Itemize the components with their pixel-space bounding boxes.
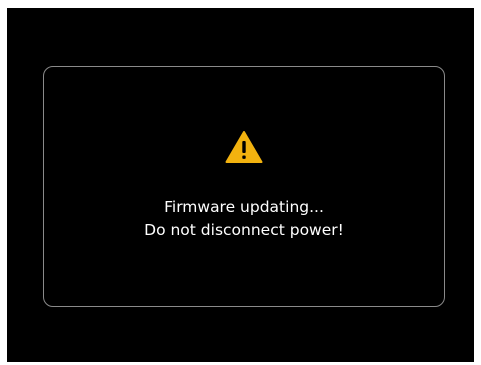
- message-line-1: Firmware updating...: [164, 198, 324, 216]
- firmware-update-dialog: Firmware updating... Do not disconnect p…: [43, 66, 445, 307]
- message-line-2: Do not disconnect power!: [144, 221, 344, 239]
- update-message: Firmware updating... Do not disconnect p…: [44, 196, 444, 242]
- device-screen: Firmware updating... Do not disconnect p…: [7, 8, 474, 362]
- warning-icon: [225, 130, 263, 164]
